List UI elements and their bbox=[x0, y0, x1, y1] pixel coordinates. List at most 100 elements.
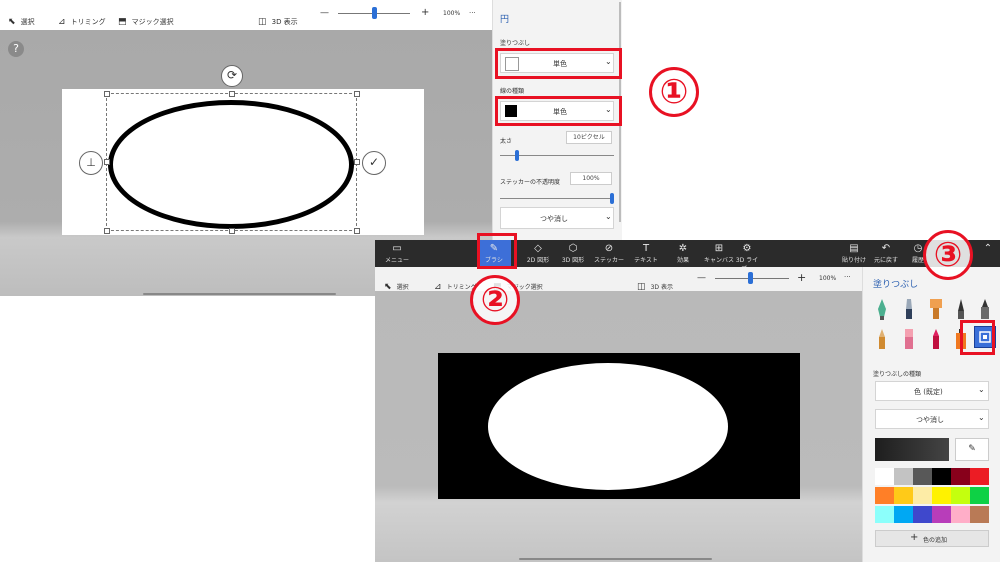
color-swatch[interactable] bbox=[970, 468, 989, 485]
finish-dropdown[interactable]: つや消し ⌄ bbox=[875, 409, 989, 429]
zoom-in-button[interactable]: + bbox=[797, 271, 806, 284]
collapse-ribbon-icon[interactable]: ⌃ bbox=[981, 240, 995, 267]
crop-tool[interactable]: ⊿ トリミング bbox=[58, 9, 106, 28]
color-swatch[interactable] bbox=[894, 468, 913, 485]
oil-brush-icon[interactable] bbox=[899, 297, 919, 321]
resize-handle-b[interactable] bbox=[229, 228, 235, 234]
check-icon[interactable]: ✓ bbox=[362, 151, 386, 175]
color-swatch[interactable] bbox=[932, 468, 951, 485]
ellipse-shape[interactable] bbox=[108, 100, 354, 229]
ribbon-library3d-button[interactable]: ⚙3D ライブ... bbox=[730, 240, 764, 273]
color-swatch[interactable] bbox=[894, 506, 913, 523]
ribbon-sticker-button[interactable]: ⊘ ステッカー bbox=[592, 240, 626, 267]
ribbon-label: メニュー bbox=[384, 257, 409, 264]
color-swatch[interactable] bbox=[970, 506, 989, 523]
color-swatch[interactable] bbox=[875, 487, 894, 504]
resize-handle-l[interactable] bbox=[104, 159, 110, 165]
color-swatch[interactable] bbox=[970, 487, 989, 504]
color-swatch[interactable] bbox=[913, 487, 932, 504]
color-swatch[interactable] bbox=[875, 468, 894, 485]
resize-handle-tr[interactable] bbox=[354, 91, 360, 97]
horizontal-scrollbar[interactable] bbox=[519, 558, 712, 560]
cursor-icon: ⬉ bbox=[8, 17, 16, 27]
stamp-icon[interactable]: ⊥ bbox=[79, 151, 103, 175]
view3d-icon: ◫ bbox=[258, 17, 267, 27]
horizontal-scrollbar[interactable] bbox=[143, 293, 336, 295]
select-tool[interactable]: ⬉ 選択 bbox=[8, 9, 35, 28]
fill-panel: 塗りつぶし 塗りつぶしの種類 色 (既定) ⌄ つや消し ⌄ ✎ + 色の追加 bbox=[862, 267, 1000, 562]
ribbon-shapes3d-button[interactable]: ⬡ 3D 図形 bbox=[556, 240, 590, 267]
calligraphy-pen-icon[interactable] bbox=[872, 297, 892, 321]
resize-handle-r[interactable] bbox=[354, 159, 360, 165]
finish-value: つや消し bbox=[540, 215, 568, 223]
color-swatch[interactable] bbox=[875, 506, 894, 523]
white-ellipse[interactable] bbox=[488, 363, 728, 490]
crayon-icon[interactable] bbox=[926, 327, 946, 351]
chevron-down-icon: ⌄ bbox=[605, 212, 612, 221]
fill-label: 塗りつぶし bbox=[500, 40, 531, 47]
marker-icon[interactable] bbox=[975, 297, 995, 321]
color-swatch[interactable] bbox=[951, 506, 970, 523]
fill-type-dropdown[interactable]: 色 (既定) ⌄ bbox=[875, 381, 989, 401]
resize-handle-tl[interactable] bbox=[104, 91, 110, 97]
magic-select-tool[interactable]: ⬒ マジック選択 bbox=[118, 9, 174, 28]
color-swatch[interactable] bbox=[913, 468, 932, 485]
color-swatch[interactable] bbox=[932, 487, 951, 504]
view3d-toggle[interactable]: ◫ 3D 表示 bbox=[258, 9, 298, 28]
color-swatch[interactable] bbox=[951, 487, 970, 504]
resize-handle-br[interactable] bbox=[354, 228, 360, 234]
rotate-icon[interactable]: ⟳ bbox=[221, 65, 243, 87]
eyedropper-icon[interactable]: ✎ bbox=[955, 438, 989, 461]
shapes3d-icon: ⬡ bbox=[568, 243, 578, 254]
zoom-out-button[interactable]: — bbox=[320, 8, 329, 18]
ribbon-effects-button[interactable]: ✲ 効果 bbox=[666, 240, 700, 267]
folder-icon: ▭ bbox=[392, 243, 402, 254]
ribbon-folder-button[interactable]: ▭ メニュー bbox=[383, 240, 411, 267]
eraser-icon[interactable] bbox=[899, 327, 919, 351]
help-button[interactable]: ? bbox=[8, 41, 24, 57]
select-label: 選択 bbox=[20, 18, 35, 26]
finish-dropdown[interactable]: つや消し ⌄ bbox=[500, 207, 614, 229]
more-button[interactable]: ··· bbox=[844, 273, 851, 281]
zoom-in-button[interactable]: + bbox=[421, 7, 429, 18]
pencil-icon[interactable] bbox=[872, 327, 892, 351]
ribbon-label: 貼り付け bbox=[841, 257, 866, 264]
plus-icon: + bbox=[910, 532, 919, 543]
zoom-slider-thumb[interactable] bbox=[748, 272, 753, 284]
resize-handle-t[interactable] bbox=[229, 91, 235, 97]
paint3d-window-fill-tool: ▭ メニュー ✎ ブラシ ◇ 2D 図形 ⬡ 3D 図形 ⊘ ステッカー T テキスト ✲ 効果 ⊞ キャンバ… bbox=[375, 240, 1000, 562]
color-swatch[interactable] bbox=[894, 487, 913, 504]
opacity-label: ステッカーの不透明度 bbox=[500, 179, 561, 186]
bottom-toolbar: ⬉ 選択 ⊿ トリミング ⬒ マジック選択 ◫ 3D 表示 — + 100% ·… bbox=[375, 267, 862, 292]
chevron-down-icon: ⌄ bbox=[978, 385, 985, 394]
ribbon-label: テキスト bbox=[634, 257, 658, 264]
resize-handle-bl[interactable] bbox=[104, 228, 110, 234]
more-button[interactable]: ··· bbox=[469, 9, 476, 17]
highlight-fill-tool bbox=[960, 320, 995, 355]
opacity-slider[interactable] bbox=[500, 198, 614, 199]
zoom-slider-thumb[interactable] bbox=[372, 7, 377, 19]
ribbon-text-button[interactable]: T テキスト bbox=[629, 240, 663, 267]
color-swatch[interactable] bbox=[951, 468, 970, 485]
watercolor-icon[interactable] bbox=[926, 297, 946, 321]
ribbon-label: 2D 図形 bbox=[526, 257, 550, 264]
pixel-pen-icon[interactable] bbox=[951, 297, 971, 321]
thickness-input[interactable]: 10ピクセル bbox=[566, 131, 612, 144]
panel-title: 円 bbox=[500, 15, 510, 25]
ribbon-undo-button[interactable]: ↶ 元に戻す bbox=[871, 240, 901, 267]
current-color[interactable] bbox=[875, 438, 949, 461]
effects-icon: ✲ bbox=[678, 243, 688, 254]
finish-value: つや消し bbox=[916, 416, 944, 424]
ribbon-shapes2d-button[interactable]: ◇ 2D 図形 bbox=[521, 240, 555, 267]
opacity-slider-thumb[interactable] bbox=[610, 193, 614, 204]
add-color-button[interactable]: + 色の追加 bbox=[875, 530, 989, 547]
fill-type-label: 塗りつぶしの種類 bbox=[873, 371, 922, 378]
sticker-icon: ⊘ bbox=[604, 243, 614, 254]
color-swatch[interactable] bbox=[932, 506, 951, 523]
opacity-input[interactable]: 100% bbox=[570, 172, 612, 185]
highlight-line-dropdown bbox=[495, 96, 622, 126]
thickness-slider-thumb[interactable] bbox=[515, 150, 520, 161]
ribbon-paste-button[interactable]: ▤ 貼り付け bbox=[839, 240, 869, 267]
zoom-out-button[interactable]: — bbox=[697, 273, 706, 283]
color-swatch[interactable] bbox=[913, 506, 932, 523]
